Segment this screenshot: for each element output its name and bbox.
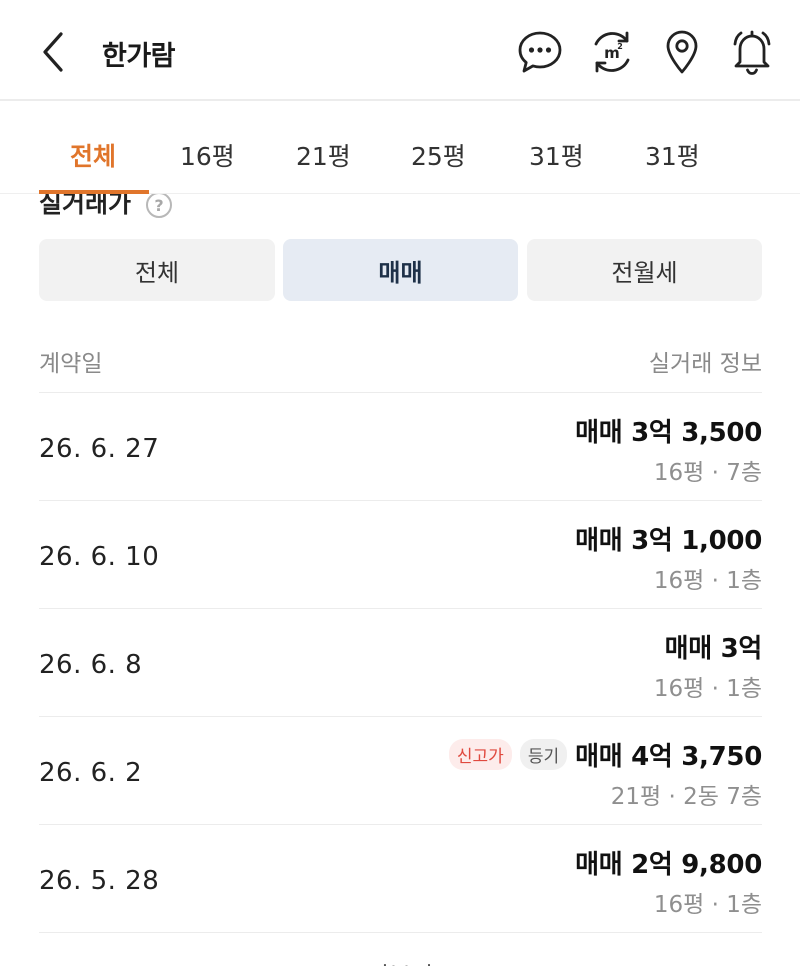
deal-meta: 16평 · 1층 bbox=[653, 676, 762, 702]
tab-25[interactable]: 25평 bbox=[411, 137, 466, 173]
tab-31-b[interactable]: 31평 bbox=[645, 137, 700, 173]
chat-button[interactable] bbox=[514, 26, 566, 78]
help-icon[interactable]: ? bbox=[146, 194, 172, 218]
pyeong-tab-bar: 전체 16평 21평 25평 31평 31평 bbox=[0, 101, 800, 194]
deal-price: 매매 3억 bbox=[664, 633, 763, 664]
transaction-row[interactable]: 26. 6. 27 매매 3억 3,500 16평 · 7층 bbox=[0, 393, 800, 501]
deal-meta: 21평 · 2동 7층 bbox=[610, 784, 762, 810]
deal-meta: 16평 · 7층 bbox=[653, 460, 762, 486]
transaction-row[interactable]: 26. 6. 8 매매 3억 16평 · 1층 bbox=[0, 609, 800, 717]
section-title: 실거래가 bbox=[39, 194, 132, 218]
back-icon bbox=[43, 32, 63, 72]
contract-date: 26. 6. 10 bbox=[39, 542, 160, 572]
filter-rent[interactable]: 전월세 bbox=[527, 239, 762, 301]
deal-price: 매매 3억 3,500 bbox=[575, 417, 762, 448]
contract-date: 26. 6. 8 bbox=[39, 650, 143, 680]
deal-price: 매매 2억 9,800 bbox=[575, 849, 762, 880]
deal-price: 매매 4억 3,750 bbox=[575, 741, 762, 772]
back-button[interactable] bbox=[34, 28, 70, 76]
column-contract-date: 계약일 bbox=[39, 351, 103, 377]
area-unit-icon: m 2 bbox=[594, 31, 630, 73]
top-app-bar: 한가람 m 2 bbox=[0, 0, 800, 101]
transaction-row[interactable]: 26. 5. 28 매매 2억 9,800 16평 · 1층 bbox=[0, 825, 800, 933]
location-pin-icon bbox=[666, 30, 698, 74]
divider bbox=[39, 932, 762, 933]
notification-button[interactable] bbox=[726, 26, 778, 78]
tab-all[interactable]: 전체 bbox=[70, 137, 116, 173]
deal-meta: 16평 · 1층 bbox=[653, 568, 762, 594]
tab-16[interactable]: 16평 bbox=[180, 137, 235, 173]
page-title: 한가람 bbox=[102, 41, 176, 72]
contract-date: 26. 6. 2 bbox=[39, 758, 143, 788]
deal-meta: 16평 · 1층 bbox=[653, 892, 762, 918]
contract-date: 26. 5. 28 bbox=[39, 866, 160, 896]
filter-sale[interactable]: 매매 bbox=[283, 239, 518, 301]
transaction-row[interactable]: 26. 6. 10 매매 3억 1,000 16평 · 1층 bbox=[0, 501, 800, 609]
tab-31-a[interactable]: 31평 bbox=[529, 137, 584, 173]
area-unit-toggle[interactable]: m 2 bbox=[586, 26, 638, 78]
transaction-row[interactable]: 26. 6. 2 신고가 등기 매매 4억 3,750 21평 · 2동 7층 bbox=[0, 717, 800, 825]
location-button[interactable] bbox=[656, 26, 708, 78]
svg-text:2: 2 bbox=[617, 42, 623, 51]
chat-icon bbox=[518, 31, 562, 73]
more-button[interactable]: 더보기 bbox=[0, 956, 800, 966]
filter-all[interactable]: 전체 bbox=[39, 239, 275, 301]
contract-date: 26. 6. 27 bbox=[39, 434, 160, 464]
section-header: 실거래가 ? bbox=[0, 194, 800, 222]
registered-badge: 등기 bbox=[519, 738, 568, 770]
column-deal-info: 실거래 정보 bbox=[648, 351, 762, 377]
tab-21[interactable]: 21평 bbox=[296, 137, 351, 173]
deal-price: 매매 3억 1,000 bbox=[575, 525, 762, 556]
more-area: 더보기 bbox=[0, 952, 800, 966]
bell-icon bbox=[733, 30, 771, 75]
new-high-badge: 신고가 bbox=[448, 738, 512, 770]
